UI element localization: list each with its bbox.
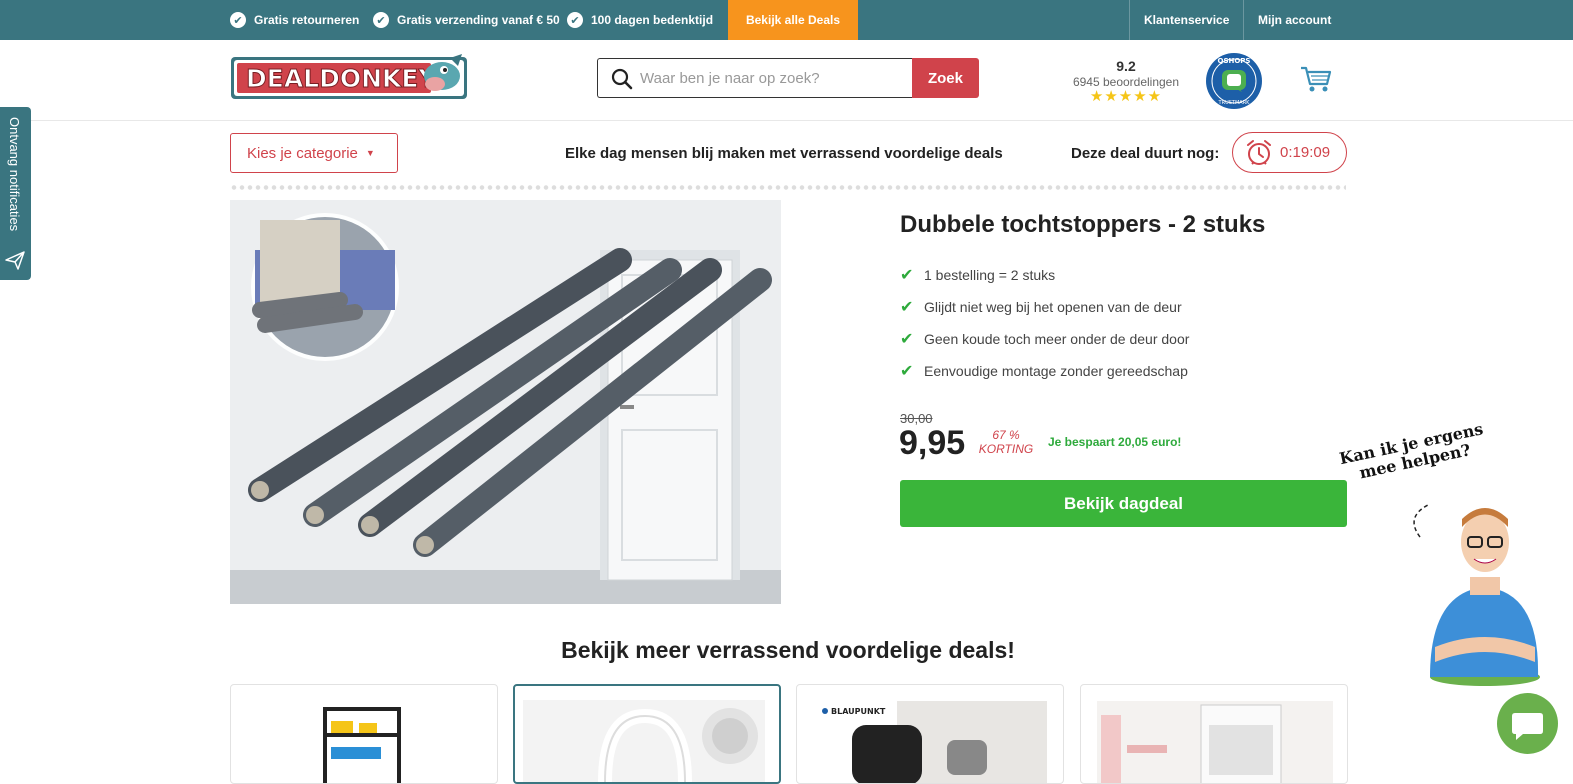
tagline: Elke dag mensen blij maken met verrassen… — [565, 145, 1003, 162]
search-placeholder: Waar ben je naar op zoek? — [640, 69, 820, 87]
feature-text: Eenvoudige montage zonder gereedschap — [924, 363, 1188, 379]
my-account-link[interactable]: Mijn account — [1258, 0, 1331, 40]
notifications-tab[interactable]: Ontvang notificaties — [0, 107, 31, 280]
deal-card[interactable] — [1080, 684, 1348, 784]
support-agent-avatar[interactable] — [1410, 497, 1540, 687]
feature-text: Geen koude toch meer onder de deur door — [924, 331, 1190, 347]
usp-item: ✔ Gratis verzending vanaf € 50 — [373, 0, 560, 40]
paper-plane-icon — [5, 251, 25, 270]
discount-percent: 67 % — [992, 428, 1020, 442]
discount-label: KORTING — [978, 442, 1034, 456]
caret-down-icon: ▼ — [365, 148, 375, 158]
dotted-divider — [230, 185, 1346, 190]
feature-item: ✔ 1 bestelling = 2 stuks — [900, 259, 1189, 291]
check-icon: ✔ — [230, 12, 246, 28]
feature-item: ✔ Glijdt niet weg bij het openen van de d… — [900, 291, 1189, 323]
feature-item: ✔ Eenvoudige montage zonder gereedschap — [900, 355, 1189, 387]
checkmark-icon: ✔ — [900, 299, 914, 316]
divider — [1129, 0, 1130, 40]
usp-label: Gratis verzending vanaf € 50 — [397, 13, 560, 27]
discount-badge: 67 % KORTING — [976, 428, 1036, 456]
check-icon: ✔ — [567, 12, 583, 28]
air-cooler-image — [1097, 701, 1333, 783]
checkmark-icon: ✔ — [900, 331, 914, 348]
storage-rack-image — [323, 707, 401, 783]
product-title: Dubbele tochtstoppers - 2 stuks — [900, 211, 1266, 238]
header: DEALDONKEY Waar ben je naar op zoek? Zoe… — [0, 40, 1573, 121]
feature-list: ✔ 1 bestelling = 2 stuks ✔ Glijdt niet weg… — [900, 259, 1189, 387]
checkmark-icon: ✔ — [900, 267, 914, 284]
deal-card[interactable] — [230, 684, 498, 784]
search-button[interactable]: Zoek — [912, 58, 979, 98]
chat-button[interactable] — [1497, 693, 1558, 754]
chat-bubble-icon — [1512, 713, 1543, 740]
divider — [1243, 0, 1244, 40]
usp-item: ✔ Gratis retourneren — [230, 0, 359, 40]
all-deals-button[interactable]: Bekijk alle Deals — [728, 0, 858, 40]
saving-text: Je bespaart 20,05 euro! — [1048, 435, 1182, 449]
top-bar: ✔ Gratis retourneren ✔ Gratis verzending… — [0, 0, 1573, 40]
feature-text: Glijdt niet weg bij het openen van de de… — [924, 299, 1182, 315]
help-prompt: Kan ik je ergens mee helpen? — [1337, 419, 1485, 483]
deal-card[interactable] — [513, 684, 781, 784]
svg-text:BLAUPUNKT: BLAUPUNKT — [831, 707, 886, 716]
cart-icon[interactable] — [1299, 64, 1333, 94]
trustmark-badge[interactable]: QSHOPS TRUSTMARK — [1205, 52, 1263, 110]
deal-timer: 0:19:09 — [1232, 132, 1347, 173]
review-rating[interactable]: 9.2 6945 beoordelingen ★★★★★ — [1066, 58, 1186, 104]
more-deals-title: Bekijk meer verrassend voordelige deals! — [561, 637, 1015, 663]
usp-item: ✔ 100 dagen bedenktijd — [567, 0, 713, 40]
usp-label: Gratis retourneren — [254, 13, 360, 27]
usp-label: 100 dagen bedenktijd — [591, 13, 714, 27]
timer-label: Deze deal duurt nog: — [1071, 145, 1220, 162]
view-deal-button[interactable]: Bekijk dagdeal — [900, 480, 1347, 527]
search-input[interactable]: Waar ben je naar op zoek? — [597, 58, 913, 98]
rating-stars: ★★★★★ — [1089, 88, 1163, 105]
product-image[interactable] — [230, 200, 781, 604]
timer-value: 0:19:09 — [1280, 144, 1331, 161]
category-label: Kies je categorie — [247, 144, 358, 162]
rating-count: 6945 beoordelingen — [1072, 75, 1180, 89]
search-form: Waar ben je naar op zoek? Zoek — [597, 58, 979, 98]
deal-card[interactable]: BLAUPUNKT — [796, 684, 1064, 784]
alarm-clock-icon — [1247, 139, 1271, 165]
search-icon — [611, 68, 633, 90]
customer-service-link[interactable]: Klantenservice — [1144, 0, 1229, 40]
svg-text:TRUSTMARK: TRUSTMARK — [1218, 100, 1251, 106]
feature-item: ✔ Geen koude toch meer onder de deur door — [900, 323, 1189, 355]
checkmark-icon: ✔ — [900, 363, 914, 380]
price: 9,95 — [899, 424, 966, 462]
smartwatch-image: BLAUPUNKT — [822, 701, 1047, 783]
svg-text:DEALDONKEY: DEALDONKEY — [246, 64, 437, 93]
notifications-label: Ontvang notificaties — [7, 117, 22, 232]
svg-text:QSHOPS: QSHOPS — [1218, 57, 1251, 65]
category-dropdown[interactable]: Kies je categorie ▼ — [230, 133, 398, 173]
feature-text: 1 bestelling = 2 stuks — [924, 267, 1056, 283]
logo[interactable]: DEALDONKEY — [230, 54, 470, 100]
check-icon: ✔ — [373, 12, 389, 28]
rating-score: 9.2 — [1116, 58, 1136, 74]
